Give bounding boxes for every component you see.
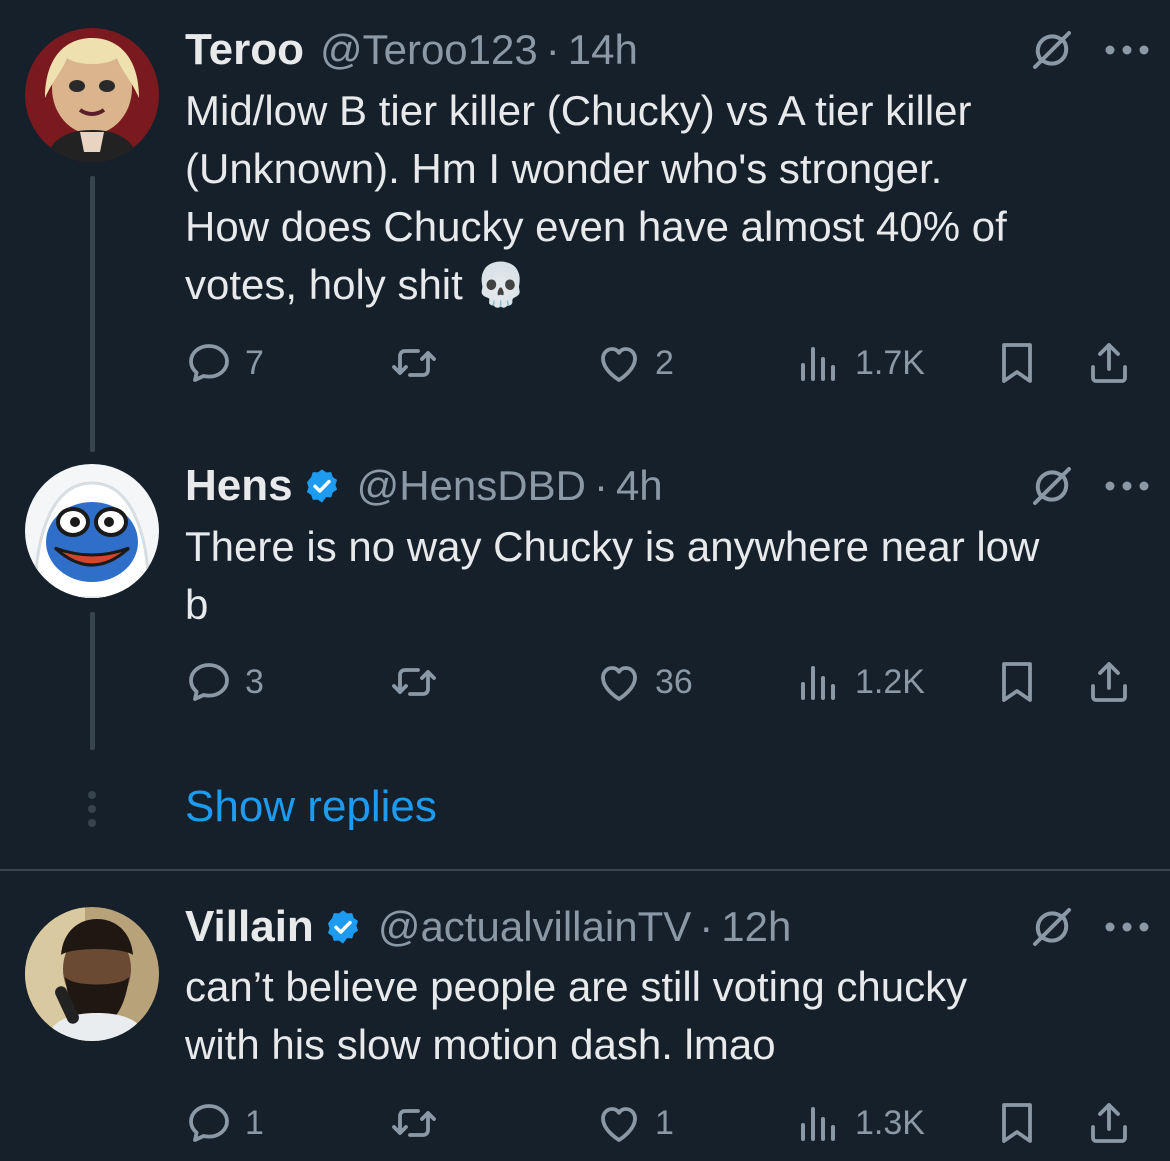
separator: · xyxy=(593,462,608,509)
tweet-text: There is no way Chucky is anywhere near … xyxy=(185,518,1145,634)
views-count: 1.7K xyxy=(855,343,925,382)
author-name[interactable]: Teroo xyxy=(185,25,304,75)
author-name[interactable]: Villain xyxy=(185,902,314,952)
like-icon xyxy=(595,1099,643,1147)
retweet-icon xyxy=(390,1099,438,1147)
bookmark-button[interactable] xyxy=(993,654,1041,710)
bookmark-icon xyxy=(993,658,1041,706)
views-count: 1.2K xyxy=(855,662,925,701)
avatar[interactable] xyxy=(25,907,159,1041)
tweet[interactable]: Hens @HensDBD · 4h There is no way Chuck… xyxy=(0,440,1170,760)
views-count: 1.3K xyxy=(855,1103,925,1142)
views-button[interactable]: 1.2K xyxy=(795,654,925,710)
bookmark-button[interactable] xyxy=(993,335,1041,391)
views-button[interactable]: 1.3K xyxy=(795,1095,925,1151)
like-button[interactable]: 2 xyxy=(595,335,674,391)
bookmark-icon xyxy=(993,339,1041,387)
reply-button[interactable]: 1 xyxy=(185,1095,264,1151)
tweet-text: can’t believe people are still voting ch… xyxy=(185,958,1145,1074)
like-icon xyxy=(595,339,643,387)
author-name[interactable]: Hens xyxy=(185,461,293,511)
tweet[interactable]: Villain @actualvillainTV · 12h can’t bel… xyxy=(0,871,1170,1161)
action-bar: 7 2 1.7K xyxy=(185,335,1145,391)
tweet-text-line: Mid/low B tier killer (Chucky) vs A tier… xyxy=(185,87,972,134)
retweet-icon xyxy=(390,339,438,387)
tweet-text-line: How does Chucky even have almost 40% of xyxy=(185,203,1007,250)
tweet-text: Mid/low B tier killer (Chucky) vs A tier… xyxy=(185,82,1145,314)
reply-icon xyxy=(185,339,233,387)
share-button[interactable] xyxy=(1085,1095,1133,1151)
avatar-image xyxy=(25,464,159,598)
like-count: 2 xyxy=(655,343,674,382)
reply-icon xyxy=(185,658,233,706)
views-icon xyxy=(795,339,843,387)
views-icon xyxy=(795,1099,843,1147)
more-icon[interactable] xyxy=(1104,921,1150,933)
reply-count: 7 xyxy=(245,343,264,382)
like-button[interactable]: 36 xyxy=(595,654,693,710)
tweet-text-line: can’t believe people are still voting ch… xyxy=(185,963,968,1010)
reply-count: 1 xyxy=(245,1103,264,1142)
author-handle[interactable]: @Teroo123 xyxy=(320,26,538,74)
action-bar: 3 36 1.2K xyxy=(185,654,1145,710)
action-bar: 1 1 1.3K xyxy=(185,1095,1145,1151)
share-icon xyxy=(1085,1099,1133,1147)
share-icon xyxy=(1085,658,1133,706)
timestamp[interactable]: 12h xyxy=(721,903,791,951)
tweet-text-line: (Unknown). Hm I wonder who's stronger. xyxy=(185,145,943,192)
reply-icon xyxy=(185,1099,233,1147)
verified-badge-icon xyxy=(303,467,341,505)
avatar-image xyxy=(25,907,159,1041)
views-button[interactable]: 1.7K xyxy=(795,335,925,391)
bookmark-button[interactable] xyxy=(993,1095,1041,1151)
tweet-text-line: b xyxy=(185,581,209,628)
tweet-text-line: votes, holy shit 💀 xyxy=(185,261,527,308)
grok-icon[interactable] xyxy=(1028,462,1076,510)
reply-count: 3 xyxy=(245,662,264,701)
avatar-image xyxy=(25,28,159,162)
author-handle[interactable]: @actualvillainTV xyxy=(378,903,691,951)
avatar[interactable] xyxy=(25,28,159,162)
timestamp[interactable]: 4h xyxy=(616,462,663,510)
grok-icon[interactable] xyxy=(1028,903,1076,951)
verified-badge-icon xyxy=(324,908,362,946)
more-replies-dots-icon xyxy=(88,791,96,827)
retweet-button[interactable] xyxy=(390,654,450,710)
retweet-button[interactable] xyxy=(390,335,450,391)
tweet-text-line: with his slow motion dash. lmao xyxy=(185,1021,776,1068)
like-count: 1 xyxy=(655,1103,674,1142)
like-button[interactable]: 1 xyxy=(595,1095,674,1151)
share-icon xyxy=(1085,339,1133,387)
more-icon[interactable] xyxy=(1104,44,1150,56)
like-icon xyxy=(595,658,643,706)
more-icon[interactable] xyxy=(1104,480,1150,492)
show-replies-link[interactable]: Show replies xyxy=(185,782,437,832)
share-button[interactable] xyxy=(1085,335,1133,391)
tweet-text-line: There is no way Chucky is anywhere near … xyxy=(185,523,1040,570)
bookmark-icon xyxy=(993,1099,1041,1147)
avatar[interactable] xyxy=(25,464,159,598)
reply-button[interactable]: 3 xyxy=(185,654,264,710)
retweet-button[interactable] xyxy=(390,1095,450,1151)
grok-icon[interactable] xyxy=(1028,26,1076,74)
like-count: 36 xyxy=(655,662,693,701)
separator: · xyxy=(545,26,560,73)
views-icon xyxy=(795,658,843,706)
timestamp[interactable]: 14h xyxy=(568,26,638,74)
tweet[interactable]: Teroo @Teroo123 · 14h Mid/low B tier kil… xyxy=(0,0,1170,440)
retweet-icon xyxy=(390,658,438,706)
share-button[interactable] xyxy=(1085,654,1133,710)
author-handle[interactable]: @HensDBD xyxy=(357,462,586,510)
reply-button[interactable]: 7 xyxy=(185,335,264,391)
separator: · xyxy=(699,903,714,950)
